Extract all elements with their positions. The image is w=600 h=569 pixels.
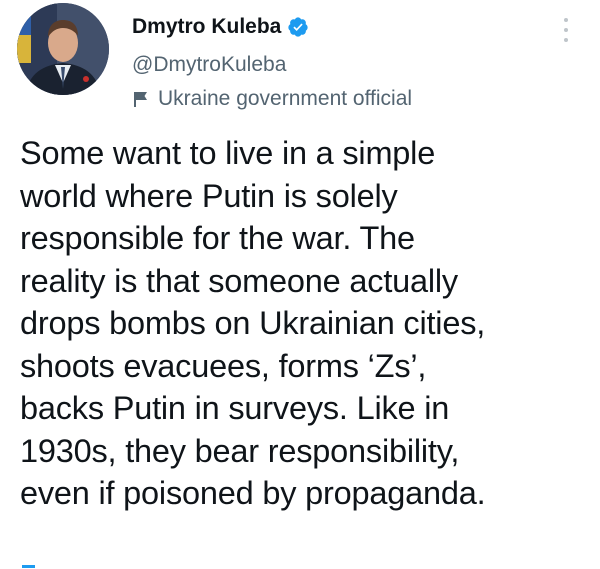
tweet-line: shoots evacuees, forms ‘Zs’, — [20, 347, 427, 384]
tweet-line: backs Putin in surveys. Like in — [20, 390, 450, 426]
avatar[interactable] — [17, 3, 109, 95]
more-dot — [564, 18, 568, 22]
tweet-card: Dmytro Kuleba @DmytroKuleba Ukraine gove… — [0, 0, 600, 569]
author-name[interactable]: Dmytro Kuleba — [132, 14, 281, 40]
verified-badge-icon — [287, 16, 309, 38]
tweet-line: world where Putin is solely — [20, 177, 398, 214]
more-dot — [564, 38, 568, 42]
more-dot — [564, 28, 568, 32]
author-handle[interactable]: @DmytroKuleba — [132, 52, 286, 78]
author-name-row[interactable]: Dmytro Kuleba — [132, 14, 309, 40]
tweet-line: 1930s, they bear responsibility, — [20, 432, 460, 469]
tweet-line: reality is that someone actually — [20, 262, 458, 299]
more-options-icon[interactable] — [556, 18, 576, 42]
tweet-line: Some want to live in a simple — [20, 135, 436, 171]
tweet-text: Some want to live in a simple world wher… — [20, 132, 590, 515]
account-label-text: Ukraine government official — [158, 87, 413, 110]
tweet-line: drops bombs on Ukrainian cities, — [20, 305, 486, 341]
translate-link-fragment[interactable] — [22, 565, 35, 568]
account-label: Ukraine government official — [132, 86, 412, 112]
tweet-line: responsible for the war. The — [20, 220, 415, 256]
flag-icon — [132, 90, 150, 108]
tweet-line: even if poisoned by propaganda. — [20, 475, 486, 511]
